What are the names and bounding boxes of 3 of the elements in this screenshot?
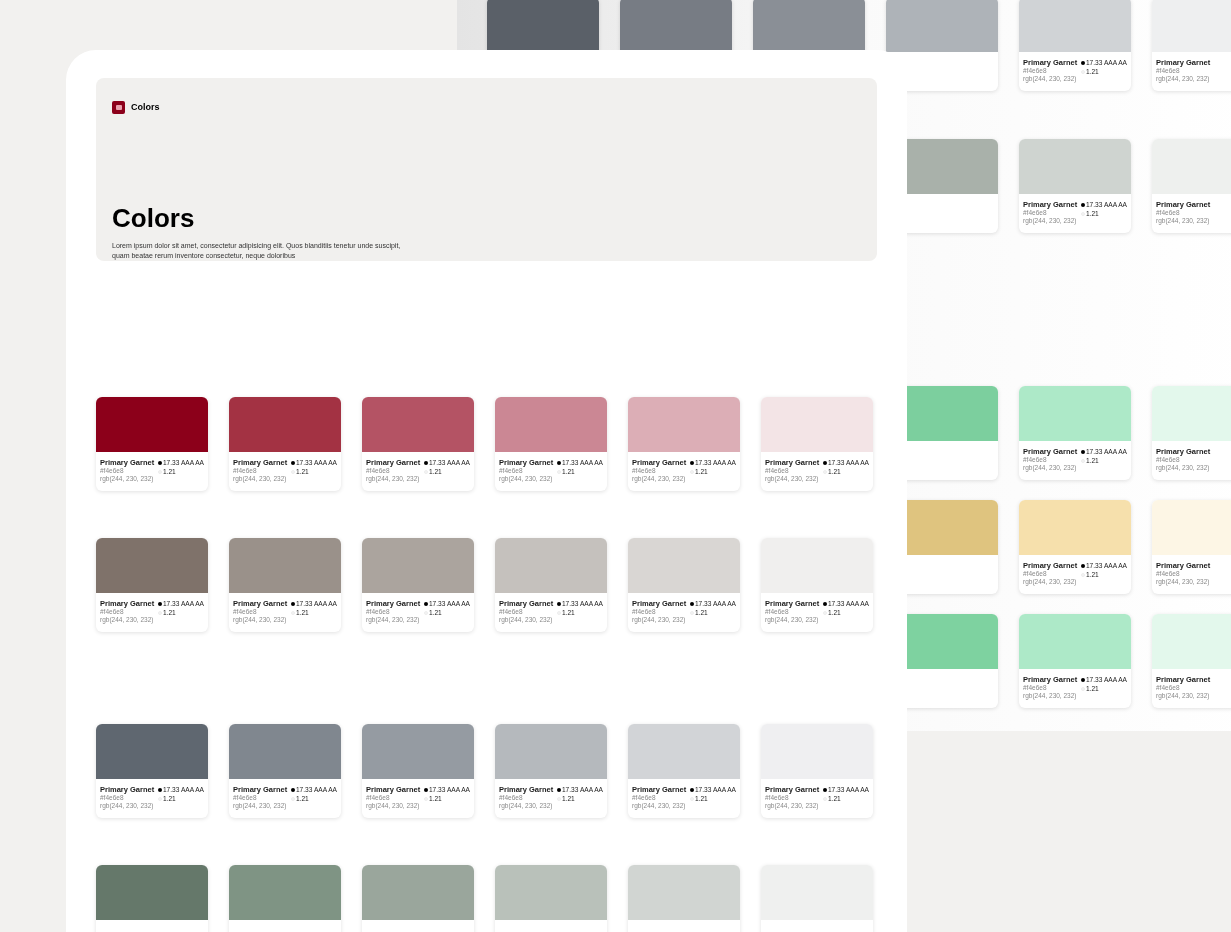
brand-label: Colors — [131, 101, 160, 114]
brand-logo-icon — [112, 101, 125, 115]
page-title: Colors — [112, 202, 196, 233]
